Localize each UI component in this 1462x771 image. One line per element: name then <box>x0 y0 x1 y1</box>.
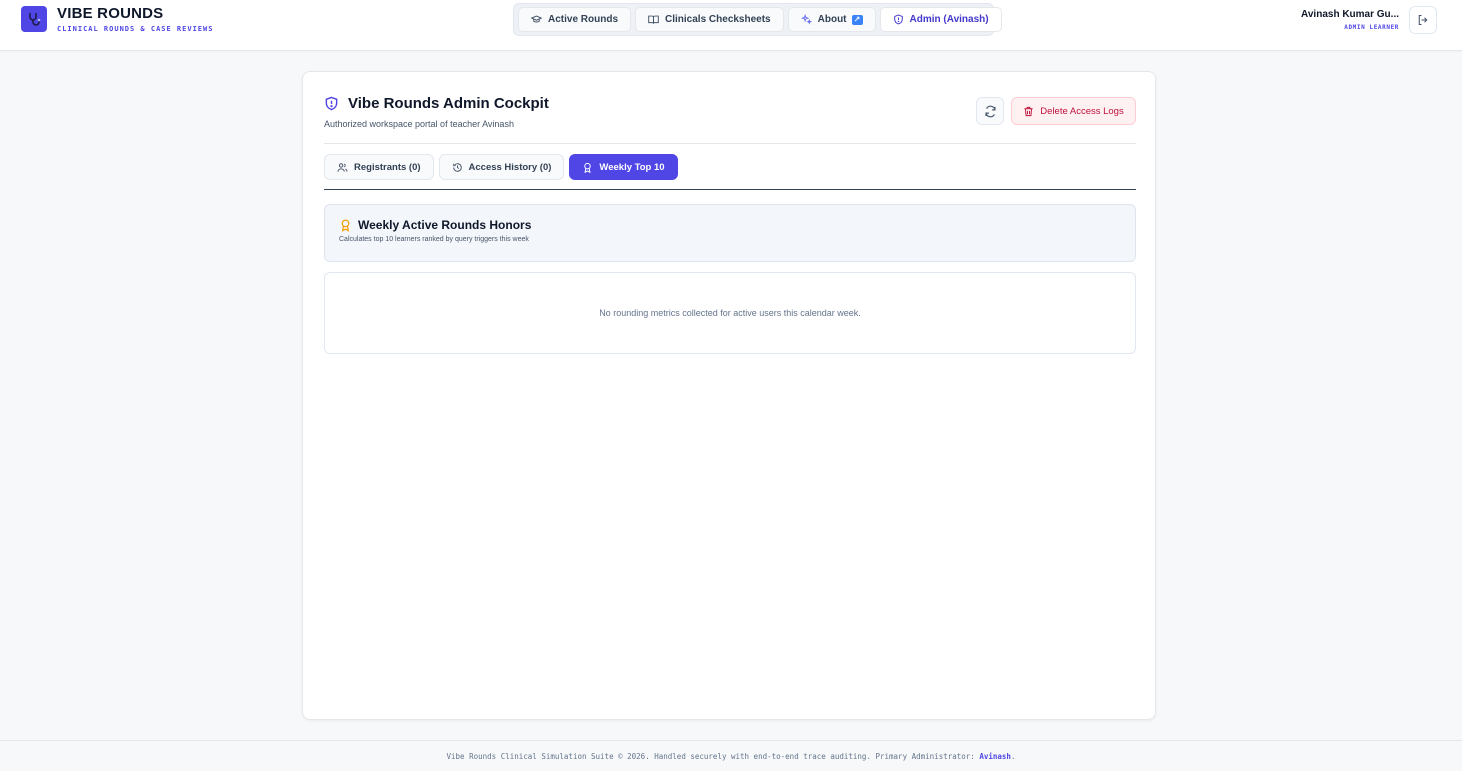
page-title: Vibe Rounds Admin Cockpit <box>348 95 549 112</box>
footer: Vibe Rounds Clinical Simulation Suite © … <box>0 740 1462 771</box>
main-nav: Active Rounds Clinicals Checksheets Abou… <box>513 3 1002 36</box>
admin-tabs: Registrants (0) Access History (0) Weekl… <box>324 154 678 180</box>
nav-about[interactable]: About ↗ <box>787 7 876 32</box>
logout-button[interactable] <box>1409 6 1437 34</box>
empty-state-message: No rounding metrics collected for active… <box>599 308 861 318</box>
brand-subtitle: CLINICAL ROUNDS & CASE REVIEWS <box>57 25 214 33</box>
honors-title: Weekly Active Rounds Honors <box>358 218 532 232</box>
award-icon <box>584 162 592 173</box>
tab-registrants[interactable]: Registrants (0) <box>324 154 434 180</box>
refresh-icon <box>984 105 996 117</box>
users-icon <box>337 162 348 172</box>
honors-subtitle: Calculates top 10 learners ranked by que… <box>339 236 529 243</box>
book-open-icon <box>648 15 659 24</box>
empty-state: No rounding metrics collected for active… <box>324 272 1136 354</box>
top-bar: VIBE ROUNDS CLINICAL ROUNDS & CASE REVIE… <box>0 0 1462 51</box>
user-name: Avinash Kumar Gu... <box>1301 9 1399 20</box>
tab-label: Weekly Top 10 <box>599 161 665 173</box>
shield-icon <box>325 96 338 111</box>
sparkles-icon <box>800 14 812 25</box>
trash-icon <box>1024 106 1033 116</box>
footer-text: Vibe Rounds Clinical Simulation Suite © … <box>446 751 975 761</box>
tabs-underline <box>324 189 1136 190</box>
delete-label: Delete Access Logs <box>1040 105 1124 117</box>
nav-clinicals-checksheets[interactable]: Clinicals Checksheets <box>635 7 784 32</box>
nav-label: About <box>817 14 847 25</box>
external-link-icon: ↗ <box>851 14 863 25</box>
user-role: ADMIN LEARNER <box>1344 24 1399 31</box>
brand[interactable]: VIBE ROUNDS CLINICAL ROUNDS & CASE REVIE… <box>21 6 213 33</box>
award-icon <box>341 219 350 232</box>
nav-label: Clinicals Checksheets <box>665 14 771 25</box>
nav-label: Admin (Avinash) <box>909 14 989 25</box>
tab-access-history[interactable]: Access History (0) <box>438 154 565 180</box>
nav-active-rounds[interactable]: Active Rounds <box>518 7 632 32</box>
logout-icon <box>1418 14 1428 26</box>
footer-admin-link[interactable]: Avinash <box>979 752 1011 761</box>
delete-access-logs-button[interactable]: Delete Access Logs <box>1011 97 1136 125</box>
refresh-button[interactable] <box>976 97 1004 125</box>
shield-icon <box>893 14 903 25</box>
tab-label: Registrants (0) <box>354 161 421 173</box>
cockpit-header: Vibe Rounds Admin Cockpit Authorized wor… <box>324 95 549 129</box>
footer-end: . <box>1010 751 1016 761</box>
page-subtitle: Authorized workspace portal of teacher A… <box>324 119 514 129</box>
weekly-honors-panel: Weekly Active Rounds Honors Calculates t… <box>324 204 1136 262</box>
history-icon <box>452 162 462 172</box>
stethoscope-icon <box>21 6 47 32</box>
header-divider <box>324 143 1136 144</box>
admin-cockpit-card: Vibe Rounds Admin Cockpit Authorized wor… <box>302 71 1156 720</box>
tab-weekly-top-10[interactable]: Weekly Top 10 <box>569 154 678 180</box>
tab-label: Access History (0) <box>468 161 552 173</box>
brand-title: VIBE ROUNDS <box>57 5 164 22</box>
user-info: Avinash Kumar Gu... ADMIN LEARNER <box>1299 9 1399 31</box>
graduation-cap-icon <box>531 15 542 23</box>
nav-admin[interactable]: Admin (Avinash) <box>879 7 1002 32</box>
nav-label: Active Rounds <box>548 14 619 25</box>
